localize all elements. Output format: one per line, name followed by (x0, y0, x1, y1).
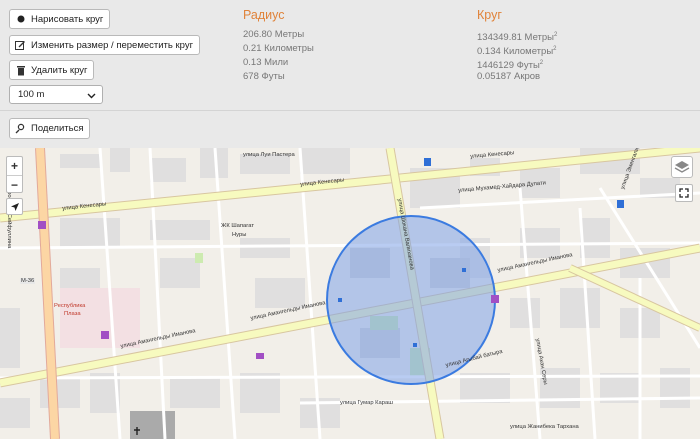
radius-feet: 678 Футы (243, 71, 285, 82)
resize-move-label: Изменить размер / переместить круг (31, 39, 194, 51)
locate-button[interactable] (6, 198, 23, 215)
radius-title: Радиус (243, 8, 285, 22)
drawn-circle[interactable] (326, 215, 496, 385)
zoom-control: + − (6, 156, 23, 193)
respublika-plaza-area (60, 288, 140, 348)
share-button[interactable]: Поделиться (9, 118, 91, 139)
draw-circle-button[interactable]: Нарисовать круг (9, 9, 111, 29)
dot-icon (15, 14, 26, 25)
circle-area-km2: 0.134 Километры2 (477, 46, 557, 58)
share-icon (15, 123, 26, 134)
layers-icon (674, 161, 690, 173)
fullscreen-button[interactable] (675, 184, 693, 202)
map-view[interactable]: улица Луи Пастера улица Кенесары улица К… (0, 148, 700, 439)
share-label: Поделиться (31, 123, 84, 134)
circle-title: Круг (477, 8, 502, 22)
delete-circle-label: Удалить круг (31, 64, 88, 76)
radius-info: Радиус 206.80 Метры 0.21 Километры 0.13 … (243, 8, 314, 84)
delete-circle-button[interactable]: Удалить круг (9, 60, 95, 80)
circle-acres: 0.05187 Акров (477, 71, 541, 82)
edit-icon (15, 40, 26, 51)
chevron-down-icon (87, 93, 96, 99)
radius-meters: 206.80 Метры (243, 29, 305, 40)
zoom-out-button[interactable]: − (7, 175, 22, 193)
radius-miles: 0.13 Мили (243, 57, 289, 68)
fullscreen-icon (679, 188, 689, 198)
control-panel: Нарисовать круг Изменить размер / переме… (0, 0, 700, 148)
draw-circle-label: Нарисовать круг (31, 13, 104, 25)
panel-divider (0, 110, 700, 111)
circle-area-m2: 134349.81 Метры2 (477, 32, 558, 44)
arrow-icon (10, 202, 19, 211)
circle-area-ft2: 1446129 Футы2 (477, 60, 544, 72)
resize-move-button[interactable]: Изменить размер / переместить круг (9, 35, 201, 55)
radius-kilometers: 0.21 Километры (243, 43, 314, 54)
trash-icon (15, 65, 26, 76)
radius-select-value: 100 m (18, 89, 45, 100)
radius-select[interactable]: 100 m (9, 85, 103, 104)
circle-info: Круг 134349.81 Метры2 0.134 Километры2 1… (477, 8, 557, 84)
map-tiles (0, 148, 700, 439)
layers-button[interactable] (671, 156, 693, 178)
zoom-in-button[interactable]: + (7, 157, 22, 175)
